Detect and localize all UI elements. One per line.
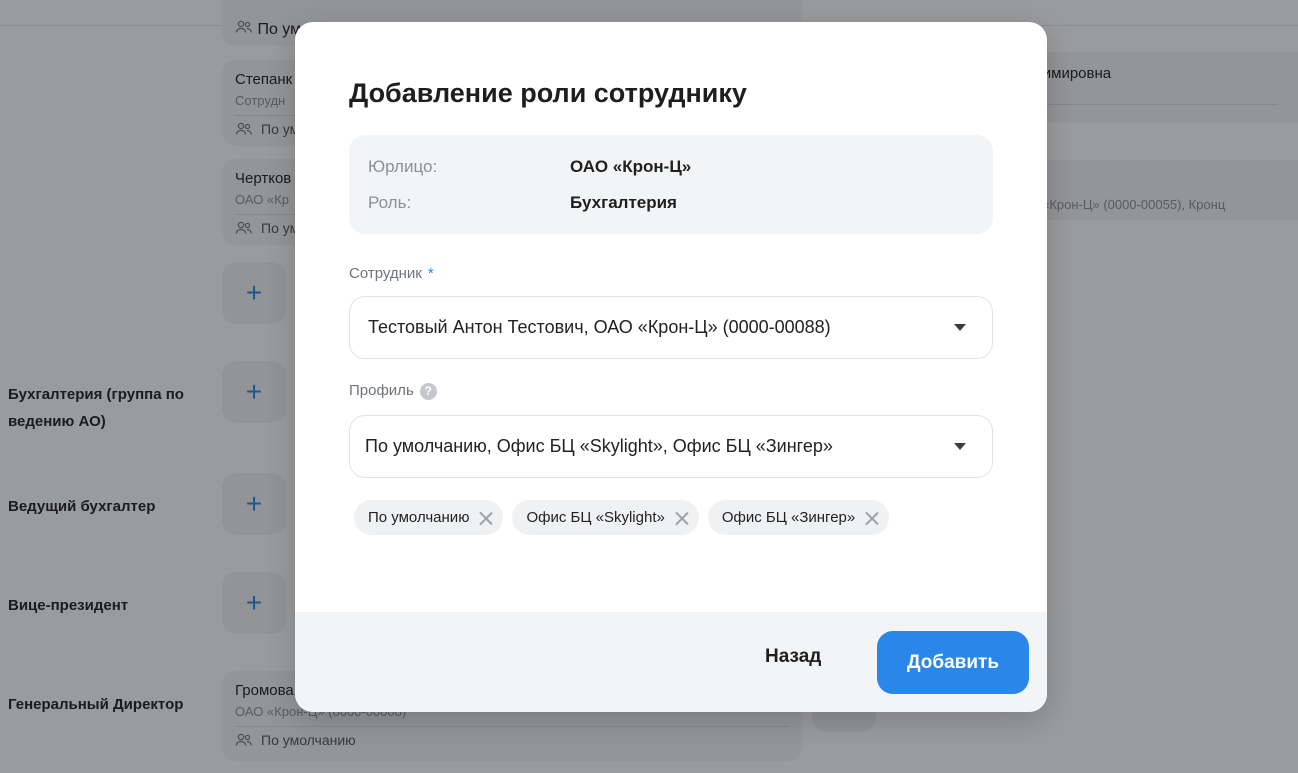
close-icon[interactable]	[675, 511, 689, 525]
entity-label: Юрлицо:	[368, 157, 438, 176]
profile-label-text: Профиль	[349, 382, 414, 399]
employee-select-value: Тестовый Антон Тестович, ОАО «Крон-Ц» (0…	[368, 317, 831, 337]
profile-chips: По умолчанию Офис БЦ «Skylight» Офис БЦ …	[354, 500, 890, 535]
chip-label: Офис БЦ «Skylight»	[526, 509, 665, 526]
employee-select[interactable]: Тестовый Антон Тестович, ОАО «Крон-Ц» (0…	[349, 296, 993, 359]
chip-label: По умолчанию	[368, 509, 470, 526]
dialog-title: Добавление роли сотруднику	[349, 78, 747, 108]
role-label: Роль:	[368, 193, 412, 212]
chevron-down-icon	[954, 443, 966, 450]
help-icon[interactable]: ?	[419, 382, 437, 400]
employee-label-text: Сотрудник	[349, 265, 422, 282]
role-value: Бухгалтерия	[570, 193, 677, 212]
employee-field-label: Сотрудник *	[349, 264, 434, 284]
role-info-box: Юрлицо: ОАО «Крон-Ц» Роль: Бухгалтерия	[349, 135, 993, 234]
chevron-down-icon	[954, 324, 966, 331]
close-icon[interactable]	[479, 511, 493, 525]
profile-select-value: По умолчанию, Офис БЦ «Skylight», Офис Б…	[365, 436, 833, 456]
profile-chip: Офис БЦ «Skylight»	[512, 500, 699, 535]
add-role-dialog: Добавление роли сотруднику Юрлицо: ОАО «…	[295, 22, 1047, 712]
required-asterisk: *	[427, 265, 434, 282]
info-row-entity: Юрлицо: ОАО «Крон-Ц»	[368, 156, 691, 178]
profile-chip: Офис БЦ «Зингер»	[707, 500, 890, 535]
dialog-footer: Назад Добавить	[295, 612, 1047, 712]
profile-chip: По умолчанию	[354, 500, 504, 535]
info-row-role: Роль: Бухгалтерия	[368, 192, 677, 214]
profile-select[interactable]: По умолчанию, Офис БЦ «Skylight», Офис Б…	[349, 415, 993, 478]
entity-value: ОАО «Крон-Ц»	[570, 157, 692, 176]
close-icon[interactable]	[865, 511, 879, 525]
chip-label: Офис БЦ «Зингер»	[721, 509, 856, 526]
profile-field-label: Профиль ?	[349, 381, 437, 401]
back-button[interactable]: Назад	[757, 639, 829, 675]
add-button[interactable]: Добавить	[877, 631, 1029, 694]
